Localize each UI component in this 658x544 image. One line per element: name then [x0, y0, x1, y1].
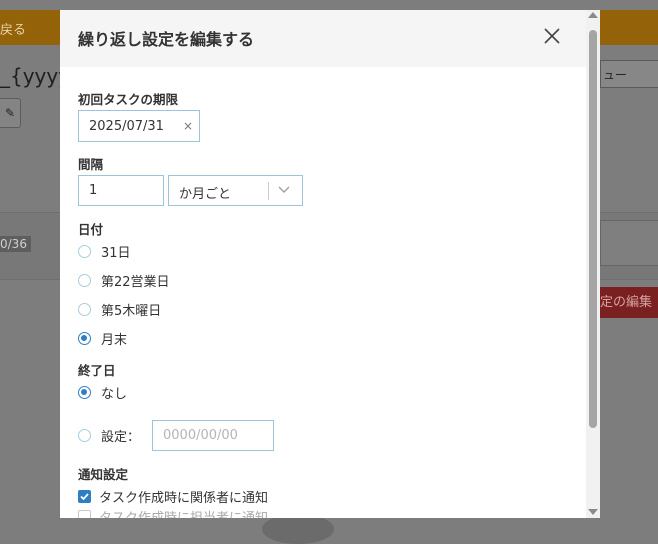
- day-option-label: 第22営業日: [101, 274, 170, 290]
- first-due-value: 2025/07/31: [89, 119, 164, 134]
- interval-unit-value: か月ごと: [179, 187, 232, 202]
- edit-button: 定の編集: [600, 287, 658, 318]
- select-divider: [268, 182, 269, 200]
- day-option-22nd-business-day[interactable]: 第22営業日: [78, 271, 170, 290]
- check-icon: [80, 492, 89, 500]
- radio-button[interactable]: [78, 302, 91, 316]
- notify-assignee-option[interactable]: タスク作成時に担当者に通知: [78, 507, 268, 518]
- end-date-option-none[interactable]: なし: [78, 383, 128, 402]
- edit-button-label: 定の編集: [600, 295, 653, 310]
- modal-header: 繰り返し設定を編集する: [60, 10, 586, 67]
- scroll-up-arrow[interactable]: [588, 12, 598, 18]
- day-option-label: 31日: [101, 245, 131, 261]
- first-due-label: 初回タスクの期限: [78, 92, 179, 107]
- menu-dropdown: ュー: [600, 60, 658, 88]
- checkbox-checked[interactable]: [78, 489, 91, 503]
- close-button[interactable]: [540, 24, 564, 48]
- notify-assignee-label: タスク作成時に担当者に通知: [99, 510, 269, 519]
- modal-title: 繰り返し設定を編集する: [78, 30, 255, 49]
- mascot-image: [262, 514, 334, 544]
- notify-stakeholders-option[interactable]: タスク作成時に関係者に通知: [78, 487, 269, 506]
- day-option-31[interactable]: 31日: [78, 242, 131, 261]
- end-date-option-label: 設定：: [101, 429, 141, 445]
- day-option-5th-thursday[interactable]: 第5木曜日: [78, 300, 162, 319]
- back-link: 戻る: [0, 23, 27, 38]
- end-date-label: 終了日: [78, 363, 116, 378]
- first-due-input[interactable]: 2025/07/31 ×: [78, 110, 200, 142]
- notification-label: 通知設定: [78, 467, 129, 482]
- modal-body: 初回タスクの期限 2025/07/31 × 間隔 1 か月ごと 日付 31日 第…: [60, 67, 586, 518]
- clear-icon[interactable]: ×: [183, 119, 193, 133]
- end-date-option-label: なし: [101, 386, 128, 402]
- notify-stakeholders-label: タスク作成時に関係者に通知: [99, 490, 269, 506]
- interval-value: 1: [89, 183, 98, 198]
- day-label: 日付: [78, 222, 104, 237]
- pencil-icon: ✎: [0, 98, 21, 128]
- menu-label: ュー: [603, 68, 628, 82]
- side-box: [600, 220, 658, 266]
- chevron-down-icon: [278, 186, 290, 193]
- radio-button[interactable]: [78, 273, 91, 287]
- day-option-label: 月末: [101, 332, 128, 348]
- end-date-input[interactable]: 0000/00/00: [152, 420, 274, 451]
- interval-input[interactable]: 1: [78, 175, 164, 206]
- day-option-label: 第5木曜日: [101, 303, 162, 319]
- radio-button[interactable]: [78, 428, 91, 442]
- radio-button-checked[interactable]: [78, 331, 91, 345]
- checkbox-unchecked[interactable]: [78, 509, 91, 518]
- end-date-option-set[interactable]: 設定：: [78, 426, 141, 445]
- radio-button-checked[interactable]: [78, 385, 91, 399]
- modal-scrollbar[interactable]: [586, 10, 600, 518]
- end-date-placeholder: 0000/00/00: [163, 428, 238, 443]
- count-badge: 0/36: [0, 236, 31, 252]
- scroll-thumb[interactable]: [589, 30, 597, 428]
- interval-label: 間隔: [78, 157, 104, 172]
- interval-unit-select[interactable]: か月ごと: [168, 175, 303, 206]
- radio-button[interactable]: [78, 244, 91, 258]
- day-option-month-end[interactable]: 月末: [78, 329, 128, 348]
- close-icon: [544, 28, 560, 44]
- scroll-down-arrow[interactable]: [588, 509, 598, 515]
- repeat-settings-modal: 繰り返し設定を編集する 初回タスクの期限 2025/07/31 × 間隔 1 か…: [60, 10, 600, 518]
